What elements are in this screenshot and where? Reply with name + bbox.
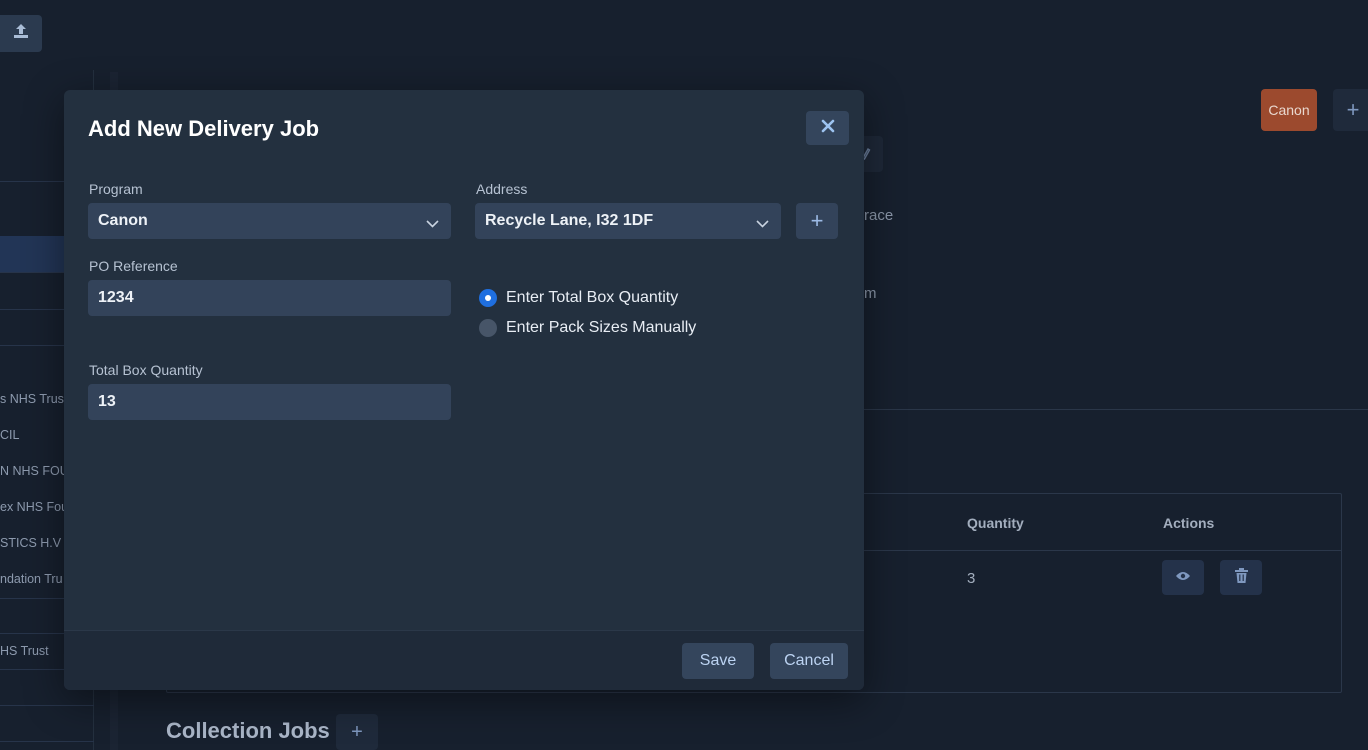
chevron-down-icon bbox=[756, 215, 769, 233]
radio-total-box-quantity[interactable]: Enter Total Box Quantity bbox=[479, 289, 678, 307]
radio-unselected-icon bbox=[479, 319, 497, 337]
view-button[interactable] bbox=[1162, 560, 1204, 595]
close-button[interactable] bbox=[806, 111, 849, 145]
total-box-quantity-input[interactable]: 13 bbox=[88, 384, 451, 420]
add-address-button[interactable]: + bbox=[796, 203, 838, 239]
radio-pack-sizes-manually[interactable]: Enter Pack Sizes Manually bbox=[479, 319, 696, 337]
eye-icon bbox=[1175, 569, 1191, 587]
po-reference-label: PO Reference bbox=[89, 258, 178, 274]
sidebar-item[interactable]: STICS H.V bbox=[0, 536, 66, 550]
save-button[interactable]: Save bbox=[682, 643, 754, 679]
radio-selected-icon bbox=[479, 289, 497, 307]
add-collection-job-button[interactable]: + bbox=[336, 714, 378, 750]
column-header-actions: Actions bbox=[1163, 515, 1215, 531]
total-box-quantity-value: 13 bbox=[98, 393, 116, 410]
upload-button[interactable] bbox=[0, 15, 42, 52]
upload-icon bbox=[12, 22, 30, 45]
program-value: Canon bbox=[98, 212, 148, 229]
address-label: Address bbox=[476, 181, 528, 197]
program-select[interactable]: Canon bbox=[88, 203, 451, 239]
sidebar-item[interactable]: ndation Tru bbox=[0, 572, 66, 586]
collection-jobs-heading: Collection Jobs bbox=[166, 718, 330, 743]
cancel-button[interactable]: Cancel bbox=[770, 643, 848, 679]
partial-detail-text: race bbox=[864, 207, 894, 224]
close-icon bbox=[821, 119, 835, 138]
po-reference-input[interactable]: 1234 bbox=[88, 280, 451, 316]
sidebar-item[interactable]: s NHS Trust bbox=[0, 392, 66, 406]
quantity-cell: 3 bbox=[967, 570, 976, 587]
column-header-quantity: Quantity bbox=[967, 515, 1024, 531]
radio-label: Enter Pack Sizes Manually bbox=[506, 319, 697, 336]
sidebar-item[interactable]: CIL bbox=[0, 428, 66, 442]
address-select[interactable]: Recycle Lane, I32 1DF bbox=[475, 203, 781, 239]
radio-label: Enter Total Box Quantity bbox=[506, 289, 679, 306]
modal-footer: Save Cancel bbox=[64, 630, 864, 690]
address-value: Recycle Lane, I32 1DF bbox=[485, 212, 654, 229]
program-tag[interactable]: Canon bbox=[1261, 89, 1317, 131]
sidebar-item[interactable]: HS Trust bbox=[0, 644, 66, 658]
total-box-quantity-label: Total Box Quantity bbox=[89, 362, 203, 378]
add-program-button[interactable]: + bbox=[1333, 89, 1368, 131]
delete-button[interactable] bbox=[1220, 560, 1262, 595]
sidebar-item[interactable]: ex NHS Fou bbox=[0, 500, 66, 514]
chevron-down-icon bbox=[426, 215, 439, 233]
program-label: Program bbox=[89, 181, 143, 197]
partial-detail-text: m bbox=[864, 285, 877, 302]
add-delivery-job-modal: Add New Delivery Job Program Canon Addre… bbox=[64, 90, 864, 690]
modal-title: Add New Delivery Job bbox=[88, 116, 320, 141]
sidebar-item[interactable]: N NHS FOUN bbox=[0, 464, 66, 478]
trash-icon bbox=[1234, 567, 1248, 588]
po-reference-value: 1234 bbox=[98, 289, 134, 306]
